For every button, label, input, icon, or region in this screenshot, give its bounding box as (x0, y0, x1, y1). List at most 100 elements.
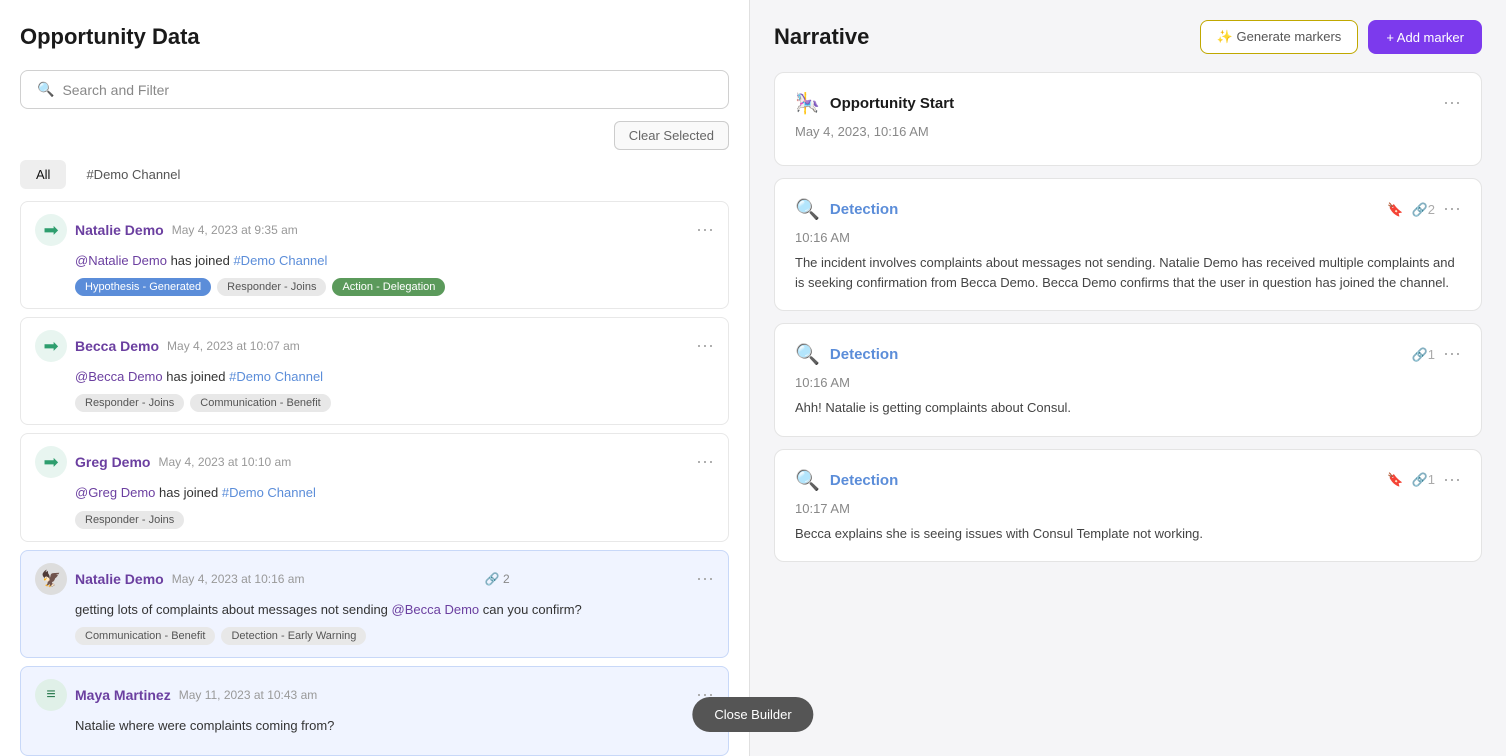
narrative-card-detection-2: 🔍 Detection 🔗1 ⋯ 10:16 AM Ahh! Natalie i… (774, 323, 1482, 437)
card-more-icon[interactable]: ⋯ (1443, 470, 1461, 491)
mention: @Becca Demo (75, 369, 163, 384)
channel-link[interactable]: #Demo Channel (233, 253, 327, 268)
tag-action-delegation[interactable]: Action - Delegation (332, 278, 445, 296)
right-panel: Narrative ✨ Generate markers + Add marke… (750, 0, 1506, 756)
clear-selected-button[interactable]: Clear Selected (614, 121, 729, 150)
tag-list: Responder - Joins Communication - Benefi… (75, 394, 714, 412)
card-actions: ⋯ (1443, 93, 1461, 114)
card-icon: 🔍 (795, 342, 820, 367)
tag-responder-joins[interactable]: Responder - Joins (217, 278, 326, 296)
tag-hypothesis-generated[interactable]: Hypothesis - Generated (75, 278, 211, 296)
narrative-actions: ✨ Generate markers + Add marker (1200, 20, 1482, 54)
list-item: ➡ Becca Demo May 4, 2023 at 10:07 am ⋯ @… (20, 317, 729, 425)
mention: @Greg Demo (75, 485, 155, 500)
card-actions: 🔖 🔗2 ⋯ (1387, 199, 1461, 220)
tag-responder-joins[interactable]: Responder - Joins (75, 394, 184, 412)
left-panel: Opportunity Data 🔍 Search and Filter Cle… (0, 0, 750, 756)
link-count: 🔗2 (1412, 202, 1435, 218)
tag-communication-benefit[interactable]: Communication - Benefit (75, 627, 215, 645)
bookmark-icon[interactable]: 🔖 (1387, 202, 1403, 218)
msg-body: @Becca Demo has joined #Demo Channel (75, 368, 714, 386)
avatar: ➡ (35, 330, 67, 362)
card-title: Opportunity Start (830, 95, 954, 112)
more-options-icon[interactable]: ⋯ (696, 337, 714, 355)
more-options-icon[interactable]: ⋯ (696, 453, 714, 471)
channel-link[interactable]: #Demo Channel (222, 485, 316, 500)
card-more-icon[interactable]: ⋯ (1443, 344, 1461, 365)
add-marker-label: + Add marker (1386, 30, 1464, 45)
list-item: 🦅 Natalie Demo May 4, 2023 at 10:16 am 🔗… (20, 550, 729, 658)
tab-all[interactable]: All (20, 160, 66, 189)
msg-body: @Natalie Demo has joined #Demo Channel (75, 252, 714, 270)
card-time: May 4, 2023, 10:16 AM (795, 124, 1461, 139)
card-time: 10:16 AM (795, 375, 1461, 390)
msg-author: Greg Demo (75, 454, 150, 470)
bookmark-icon[interactable]: 🔖 (1387, 472, 1403, 488)
msg-time: May 4, 2023 at 10:16 am (172, 572, 305, 586)
card-icon: 🔍 (795, 468, 820, 493)
link-count: 🔗1 (1412, 472, 1435, 488)
narrative-cards: 🎠 Opportunity Start ⋯ May 4, 2023, 10:16… (774, 72, 1482, 736)
link-badge: 🔗 2 (485, 572, 510, 586)
tag-list: Responder - Joins (75, 511, 714, 529)
msg-time: May 11, 2023 at 10:43 am (179, 688, 318, 702)
card-time: 10:17 AM (795, 501, 1461, 516)
card-body: The incident involves complaints about m… (795, 253, 1461, 292)
tag-communication-benefit[interactable]: Communication - Benefit (190, 394, 330, 412)
card-title: Detection (830, 201, 898, 218)
msg-header: ➡ Greg Demo May 4, 2023 at 10:10 am ⋯ (35, 446, 714, 478)
tag-detection-early-warning[interactable]: Detection - Early Warning (221, 627, 366, 645)
msg-author: Natalie Demo (75, 571, 164, 587)
msg-body: getting lots of complaints about message… (75, 601, 714, 619)
add-marker-button[interactable]: + Add marker (1368, 20, 1482, 54)
avatar: ➡ (35, 446, 67, 478)
link-count: 🔗1 (1412, 347, 1435, 363)
tag-responder-joins[interactable]: Responder - Joins (75, 511, 184, 529)
avatar: ≡ (35, 679, 67, 711)
msg-time: May 4, 2023 at 9:35 am (172, 223, 298, 237)
mention: @Becca Demo (392, 602, 480, 617)
card-more-icon[interactable]: ⋯ (1443, 199, 1461, 220)
narrative-card-opportunity-start: 🎠 Opportunity Start ⋯ May 4, 2023, 10:16… (774, 72, 1482, 166)
avatar: 🦅 (35, 563, 67, 595)
more-options-icon[interactable]: ⋯ (696, 570, 714, 588)
msg-body: Natalie where were complaints coming fro… (75, 717, 714, 735)
narrative-header: Narrative ✨ Generate markers + Add marke… (774, 20, 1482, 54)
tab-demo-channel[interactable]: #Demo Channel (70, 160, 196, 189)
card-icon: 🔍 (795, 197, 820, 222)
msg-author: Maya Martinez (75, 687, 171, 703)
tag-list: Communication - Benefit Detection - Earl… (75, 627, 714, 645)
close-builder-button[interactable]: Close Builder (692, 697, 813, 732)
list-item: ➡ Greg Demo May 4, 2023 at 10:10 am ⋯ @G… (20, 433, 729, 541)
msg-header: ≡ Maya Martinez May 11, 2023 at 10:43 am… (35, 679, 714, 711)
search-placeholder: Search and Filter (62, 82, 169, 98)
card-header: 🔍 Detection 🔗1 ⋯ (795, 342, 1461, 367)
msg-time: May 4, 2023 at 10:07 am (167, 339, 300, 353)
clear-selected-row: Clear Selected (20, 121, 729, 150)
card-header: 🔍 Detection 🔖 🔗1 ⋯ (795, 468, 1461, 493)
generate-markers-button[interactable]: ✨ Generate markers (1200, 20, 1359, 54)
mention: @Natalie Demo (75, 253, 167, 268)
more-options-icon[interactable]: ⋯ (696, 221, 714, 239)
channel-link[interactable]: #Demo Channel (229, 369, 323, 384)
search-bar[interactable]: 🔍 Search and Filter (20, 70, 729, 109)
narrative-card-detection-1: 🔍 Detection 🔖 🔗2 ⋯ 10:16 AM The incident… (774, 178, 1482, 311)
card-header: 🔍 Detection 🔖 🔗2 ⋯ (795, 197, 1461, 222)
msg-body: @Greg Demo has joined #Demo Channel (75, 484, 714, 502)
card-actions: 🔖 🔗1 ⋯ (1387, 470, 1461, 491)
card-actions: 🔗1 ⋯ (1412, 344, 1461, 365)
card-title: Detection (830, 472, 898, 489)
card-title: Detection (830, 346, 898, 363)
msg-header: 🦅 Natalie Demo May 4, 2023 at 10:16 am 🔗… (35, 563, 714, 595)
avatar: ➡ (35, 214, 67, 246)
card-body: Ahh! Natalie is getting complaints about… (795, 398, 1461, 418)
card-time: 10:16 AM (795, 230, 1461, 245)
tabs-row: All #Demo Channel (20, 160, 729, 189)
card-more-icon[interactable]: ⋯ (1443, 93, 1461, 114)
search-icon: 🔍 (37, 81, 54, 98)
list-item: ➡ Natalie Demo May 4, 2023 at 9:35 am ⋯ … (20, 201, 729, 309)
msg-time: May 4, 2023 at 10:10 am (158, 455, 291, 469)
tag-list: Hypothesis - Generated Responder - Joins… (75, 278, 714, 296)
msg-author: Natalie Demo (75, 222, 164, 238)
list-item: ≡ Maya Martinez May 11, 2023 at 10:43 am… (20, 666, 729, 756)
